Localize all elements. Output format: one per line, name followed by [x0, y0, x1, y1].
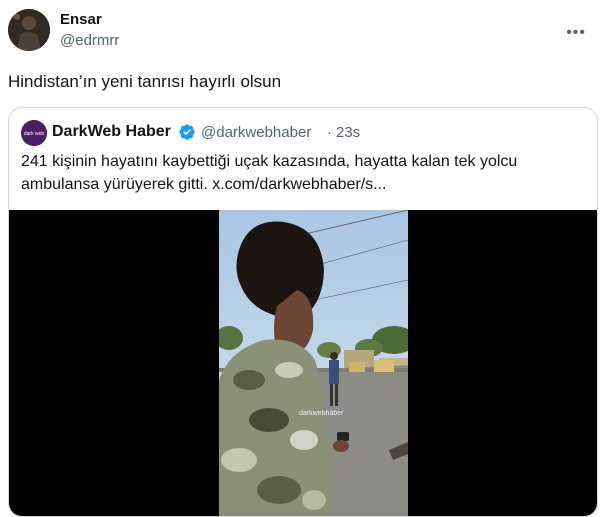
verified-badge-icon	[178, 123, 196, 141]
quoted-timestamp[interactable]: 23s	[336, 124, 360, 141]
quoted-author-avatar[interactable]: dark web	[21, 120, 47, 146]
more-dots-icon[interactable]: •••	[566, 25, 586, 41]
quoted-tweet-card[interactable]: dark web DarkWeb Haber @darkwebhaber · 2…	[8, 107, 598, 517]
quoted-avatar-logo-text: dark web	[24, 131, 45, 137]
author-handle[interactable]: @edrmrr	[60, 32, 119, 49]
quoted-author-name[interactable]: DarkWeb Haber	[52, 123, 171, 141]
separator-dot: ·	[327, 124, 332, 141]
author-name[interactable]: Ensar	[60, 11, 102, 28]
video-watermark: darkwebhaber	[299, 410, 344, 417]
quoted-text-line-2[interactable]: ambulansa yürüyerek gitti. x.com/darkweb…	[21, 175, 387, 195]
video-player[interactable]: darkwebhaber	[9, 210, 597, 516]
author-avatar[interactable]	[8, 9, 50, 51]
quoted-text-line-1: 241 kişinin hayatını kaybettiği uçak kaz…	[21, 153, 518, 170]
tweet-text: Hindistan’ın yeni tanrısı hayırlı olsun	[8, 72, 282, 91]
video-frame[interactable]: darkwebhaber	[219, 210, 408, 516]
quoted-author-handle[interactable]: @darkwebhaber	[201, 124, 311, 141]
